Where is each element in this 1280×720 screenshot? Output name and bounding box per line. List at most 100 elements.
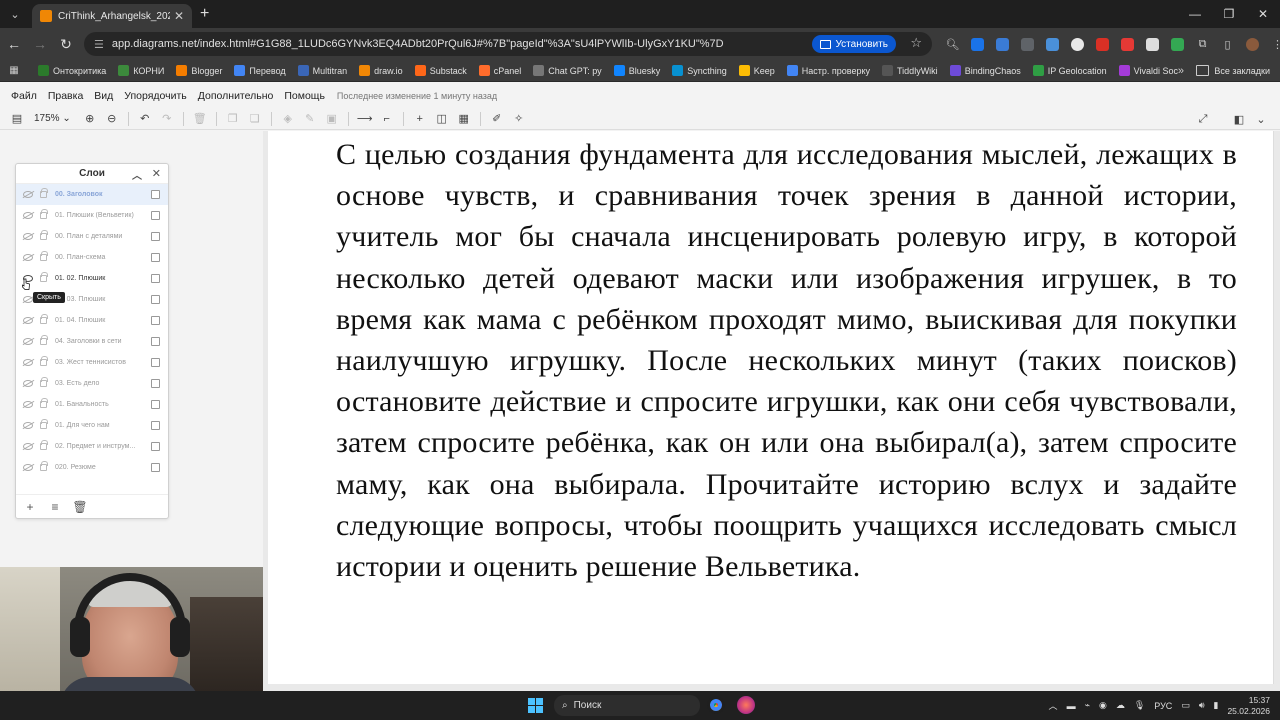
lock-icon[interactable] <box>40 188 48 198</box>
menu-item[interactable]: Упорядочить <box>124 90 186 102</box>
close-window-icon[interactable]: ✕ <box>1246 0 1280 28</box>
new-tab-button[interactable]: + <box>200 5 209 23</box>
layer-row[interactable]: 03. Жест теннисистов <box>16 352 168 373</box>
visibility-eye-icon[interactable] <box>23 443 33 450</box>
insert-shape-icon[interactable]: ◫ <box>431 109 453 129</box>
extension-translate-icon[interactable] <box>990 33 1015 55</box>
layer-row[interactable]: 01. Для чего нам <box>16 415 168 436</box>
layer-name[interactable]: 01. 04. Плюшик <box>55 317 151 324</box>
apps-grid-icon[interactable]: ▦ <box>2 65 26 76</box>
layer-row[interactable]: 01. 02. Плюшик <box>16 268 168 289</box>
waypoints-icon[interactable]: ⌐ <box>376 109 398 129</box>
layer-name[interactable]: 01. Для чего нам <box>55 422 151 429</box>
layer-row[interactable]: 020. Резюме <box>16 457 168 478</box>
layer-checkbox[interactable] <box>151 379 160 388</box>
layer-row[interactable]: 01. Банальность <box>16 394 168 415</box>
layer-checkbox[interactable] <box>151 274 160 283</box>
visibility-eye-icon[interactable] <box>23 380 33 387</box>
to-front-icon[interactable]: ❐ <box>222 109 244 129</box>
profile-avatar[interactable] <box>1240 33 1265 55</box>
format-panel-toggle-icon[interactable]: ▤ <box>6 109 28 129</box>
taskbar-search[interactable]: ⌕ Поиск <box>554 695 700 716</box>
microphone-icon[interactable]: 🎙︎ <box>1134 700 1145 711</box>
lock-icon[interactable] <box>40 461 48 471</box>
collapse-chevron-icon[interactable]: ⌄ <box>1250 109 1272 129</box>
bookmark-item[interactable]: Syncthing <box>672 65 727 76</box>
site-settings-icon[interactable]: ☰ <box>94 38 104 51</box>
magic-wand-icon[interactable]: ✧ <box>508 109 530 129</box>
extension-shield-icon[interactable] <box>1115 33 1140 55</box>
layer-row[interactable]: 03. Есть дело <box>16 373 168 394</box>
visibility-eye-icon[interactable] <box>23 212 33 219</box>
bookmark-item[interactable]: Blogger <box>176 65 222 76</box>
layer-name[interactable]: 01. 03. Плюшик <box>55 296 151 303</box>
bookmark-item[interactable]: draw.io <box>359 65 403 76</box>
install-app-button[interactable]: Установить <box>811 35 896 53</box>
layer-row[interactable]: 01. 04. Плюшик <box>16 310 168 331</box>
lock-icon[interactable] <box>40 314 48 324</box>
fullscreen-icon[interactable]: ⤢ <box>1192 109 1214 129</box>
layer-row[interactable]: 04. Заголовки в сети <box>16 331 168 352</box>
layer-row[interactable]: 00. План с деталями <box>16 226 168 247</box>
layer-row[interactable]: 02. Предмет и инструм... <box>16 436 168 457</box>
layer-name[interactable]: 00. План с деталями <box>55 233 151 240</box>
visibility-eye-icon[interactable] <box>23 296 33 303</box>
network-icon[interactable]: ▭ <box>1181 700 1190 711</box>
layer-name[interactable]: 03. Жест теннисистов <box>55 359 151 366</box>
layer-checkbox[interactable] <box>151 190 160 199</box>
extension-cloud-icon[interactable] <box>1040 33 1065 55</box>
bookmark-item[interactable]: КОРНИ <box>118 65 164 76</box>
redo-icon[interactable]: ↷ <box>156 109 178 129</box>
layer-name[interactable]: 01. 02. Плюшик <box>55 275 151 282</box>
layer-row[interactable]: 00. Заголовок <box>16 184 168 205</box>
layer-checkbox[interactable] <box>151 358 160 367</box>
extension-plus-icon[interactable] <box>965 33 990 55</box>
extensions-puzzle-icon[interactable]: ⧉ <box>1190 33 1215 55</box>
all-bookmarks-folder[interactable]: Все закладки <box>1196 65 1270 76</box>
minimize-icon[interactable]: — <box>1178 0 1212 28</box>
security-icon[interactable]: ◉ <box>1099 700 1107 711</box>
add-layer-icon[interactable]: + <box>19 500 41 514</box>
layer-row[interactable]: 00. План-схема <box>16 247 168 268</box>
insert-table-icon[interactable]: ▦ <box>453 109 475 129</box>
menu-item[interactable]: Дополнительно <box>198 90 274 102</box>
zoom-select[interactable]: 175% ⌄ <box>34 113 71 124</box>
delete-layer-icon[interactable]: 🗑︎ <box>69 500 91 514</box>
shadow-icon[interactable]: ▣ <box>321 109 343 129</box>
layer-checkbox[interactable] <box>151 463 160 472</box>
menu-item[interactable]: Вид <box>94 90 113 102</box>
layer-checkbox[interactable] <box>151 400 160 409</box>
bookmark-item[interactable]: Vivaldi Soc <box>1118 65 1178 76</box>
tray-chevron-icon[interactable]: ︿ <box>1049 699 1058 712</box>
bookmark-item[interactable]: Chat GPT: ру <box>533 65 602 76</box>
visibility-eye-icon[interactable] <box>23 401 33 408</box>
lock-icon[interactable] <box>40 377 48 387</box>
windows-start-icon[interactable] <box>528 698 543 713</box>
bookmark-item[interactable]: Multitran <box>297 65 347 76</box>
bookmark-item[interactable]: IP Geolocation <box>1032 65 1107 76</box>
chrome-taskbar-icon[interactable] <box>707 696 725 714</box>
sidebar-icon[interactable]: ▯ <box>1215 33 1240 55</box>
visibility-eye-icon[interactable] <box>23 422 33 429</box>
layer-menu-icon[interactable]: ≡ <box>44 500 66 514</box>
visibility-eye-icon[interactable] <box>23 317 33 324</box>
vivaldi-taskbar-icon[interactable] <box>737 696 755 714</box>
battery-icon[interactable]: ▮ <box>1214 700 1219 711</box>
visibility-eye-icon[interactable] <box>23 191 33 198</box>
lock-icon[interactable] <box>40 356 48 366</box>
bookmark-item[interactable]: Онтокритика <box>38 65 106 76</box>
bookmark-item[interactable]: Keep <box>738 65 775 76</box>
clock[interactable]: 15:37 25.02.2026 <box>1227 695 1270 717</box>
fill-color-icon[interactable]: ◈ <box>277 109 299 129</box>
layer-name[interactable]: 020. Резюме <box>55 464 151 471</box>
undo-icon[interactable]: ↶ <box>134 109 156 129</box>
bookmark-item[interactable]: Настр. проверку <box>786 65 870 76</box>
extension-off-icon[interactable] <box>1090 33 1115 55</box>
layer-name[interactable]: 00. Заголовок <box>55 191 151 198</box>
browser-tab-active[interactable]: CriThink_Arhangelsk_2026.02.draw ✕ <box>32 4 192 28</box>
layer-row[interactable]: 01. Плюшик (Вельветик) <box>16 205 168 226</box>
freehand-icon[interactable]: ✐ <box>486 109 508 129</box>
visibility-eye-icon[interactable] <box>23 254 33 261</box>
connection-icon[interactable]: ⟶ <box>354 109 376 129</box>
extension-calendar-icon[interactable] <box>1015 33 1040 55</box>
